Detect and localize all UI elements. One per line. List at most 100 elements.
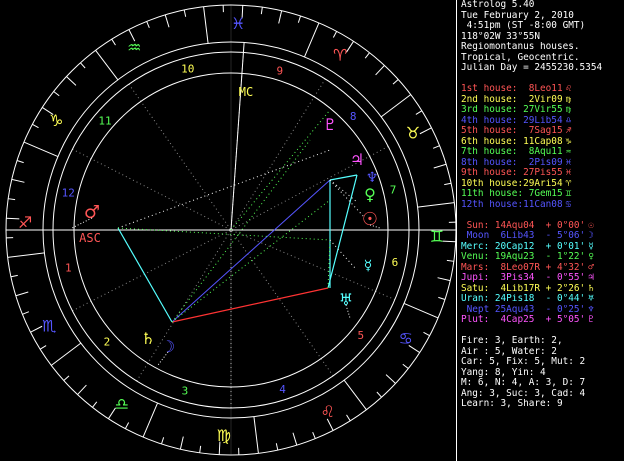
zodiac-tick — [380, 94, 411, 118]
zodiac-tick — [346, 41, 354, 53]
house-cusp-line — [230, 78, 326, 231]
planet-marker-icon: ♀ — [364, 185, 376, 204]
chart-wheel: ♈♉♊♋♌♍♎♏♐♑♒♓ 123 456789101112 ☉☽☿♀♂♃♄♅♆♇ … — [5, 4, 456, 456]
zodiac-sign-icon: ♊ — [430, 227, 444, 246]
zodiac-tick — [95, 50, 119, 81]
sign-icon: ♋ — [565, 199, 572, 210]
zodiac-tick — [432, 145, 440, 149]
house-system: Regiomontanus houses. — [461, 42, 580, 52]
planet-marker-icon: ♇ — [323, 115, 337, 134]
zodiac-tick — [260, 7, 263, 15]
house-cusp-list: 1st house: 8Leo11 ♌ 2nd house: 2Vir09 ♍ 3rd … — [461, 84, 624, 210]
zodiac-tick — [63, 375, 70, 381]
house-row: 6th house: 11Cap08 ♑ — [461, 137, 624, 148]
house-row: 2nd house: 2Vir09 ♍ — [461, 95, 624, 106]
planet-row: Nept 25Aqu43 - 0°25' ♆ — [461, 305, 624, 316]
planet-row: Uran: 24Pis18 - 0°44' ♅ — [461, 294, 624, 305]
house-cusp-line — [230, 229, 334, 377]
info-panel: Astrolog 5.40 Tue February 2, 2010 4:51p… — [461, 0, 624, 461]
sign-icon: ♍ — [565, 94, 572, 105]
house-row: 7th house: 8Aqu11 ♒ — [461, 147, 624, 158]
house-number: 3 — [182, 385, 189, 398]
planet-icon: ♅ — [588, 294, 594, 304]
planet-position-text: Merc: 20Cap12 + 0°01' — [461, 241, 586, 252]
aspect-line — [117, 227, 173, 323]
house-cusp-text: 6th house: 11Cap08 — [461, 136, 563, 147]
house-number: 6 — [392, 256, 399, 269]
zodiac-tick — [332, 31, 338, 38]
planet-position-text: Uran: 24Pis18 - 0°44' — [461, 294, 586, 304]
zodiac-tick — [303, 22, 320, 58]
zodiac-sign-icon: ♍ — [217, 426, 231, 445]
planet-row: Mars: 8Leo07R + 4°32' ♂ — [461, 263, 624, 274]
stat-line: Car: 5, Fix: 5, Mut: 2 — [461, 357, 586, 367]
app-title: Astrolog 5.40 — [461, 0, 535, 10]
planet-row: Sun: 14Aqu04 + 0°00' ☉ — [461, 221, 624, 232]
sign-icon: ♈ — [565, 178, 572, 189]
zodiac-tick — [183, 9, 187, 17]
zodiac-tick — [415, 110, 423, 115]
zodiac-tick — [446, 259, 454, 262]
house-cusp-text: 12th house:11Can08 — [461, 199, 563, 210]
zodiac-sign-icon: ♋ — [399, 329, 413, 348]
zodiac-tick — [392, 79, 399, 85]
planet-position-text: Satu: 4Lib17R + 2°26' — [461, 283, 586, 294]
house-number: 12 — [62, 186, 75, 199]
zodiac-sign-icon: ♒ — [127, 38, 141, 57]
house-number: 2 — [104, 336, 111, 349]
panel-divider — [456, 0, 457, 461]
house-cusp-text: 2nd house: 2Vir09 — [461, 94, 563, 105]
mc-line — [230, 42, 245, 231]
zodiac-tick — [312, 431, 316, 439]
zodiac-tick — [179, 436, 184, 450]
zodiac-tick — [51, 342, 82, 366]
zodiac-tick — [403, 302, 439, 319]
zodiac-tick — [164, 14, 170, 28]
zodiac-tick — [10, 274, 18, 278]
planet-marker-icon: ♄ — [141, 329, 155, 348]
zodiac-tick — [438, 296, 446, 301]
zodiac-sign-icon: ♉ — [406, 123, 420, 142]
planet-marker-icon: ♂ — [84, 202, 100, 223]
planet-icon: ☉ — [588, 220, 594, 231]
house-cusp-text: 1st house: 8Leo11 — [461, 84, 563, 94]
planet-icon: ☿ — [588, 241, 594, 252]
planet-position-text: Jupi: 3Pis34 - 0°55' — [461, 273, 586, 283]
planet-position-text: Venu: 19Aqu23 - 1°22' — [461, 252, 586, 262]
house-row: 10th house:29Ari54 ♈ — [461, 179, 624, 190]
planet-icon: ♂ — [588, 262, 594, 273]
zodiac-tick — [8, 198, 16, 201]
zodiac-tick — [11, 178, 25, 183]
zodiac-tick — [92, 401, 98, 408]
zodiac-tick — [437, 277, 451, 282]
zodiac-tick — [111, 38, 116, 46]
zodiac-tick — [402, 363, 409, 369]
house-number: 7 — [390, 184, 397, 197]
planet-icon: ☽ — [588, 231, 594, 241]
zodiac-sign-icon: ♐ — [18, 213, 32, 232]
planet-icon: ♀ — [588, 252, 594, 262]
aspect-line — [171, 199, 331, 323]
sign-icon: ♌ — [565, 84, 572, 94]
planet-icon: ♄ — [588, 283, 594, 294]
house-number: 8 — [350, 110, 357, 123]
zodiac-tick — [444, 182, 452, 186]
house-cusp-line — [128, 83, 232, 231]
planet-marker-icon: ☽ — [161, 337, 175, 356]
planet-marker-icon: ♅ — [339, 290, 353, 309]
zodiac-tick — [442, 240, 456, 243]
planet-position-text: Mars: 8Leo07R + 4°32' — [461, 262, 586, 273]
planet-row: Satu: 4Lib17R + 2°26' ♄ — [461, 284, 624, 295]
sign-icon: ♍ — [565, 105, 572, 115]
house-number: 11 — [98, 114, 111, 127]
house-cusp-text: 10th house:29Ari54 — [461, 178, 563, 189]
julian-day: Julian Day = 2455230.5354 — [461, 63, 603, 73]
zodiac-tick — [66, 76, 77, 86]
sign-icon: ♓ — [565, 157, 572, 168]
planet-marker-icon: ☉ — [362, 209, 378, 230]
planet-position-text: Plut: 4Cap25 + 5°05' — [461, 315, 586, 325]
house-row: 8th house: 2Pis09 ♓ — [461, 158, 624, 169]
house-cusp-text: 3rd house: 27Vir55 — [461, 105, 563, 115]
zodiac-type: Tropical, Geocentric. — [461, 52, 580, 63]
planet-position-text: Sun: 14Aqu04 + 0°00' — [461, 220, 586, 231]
